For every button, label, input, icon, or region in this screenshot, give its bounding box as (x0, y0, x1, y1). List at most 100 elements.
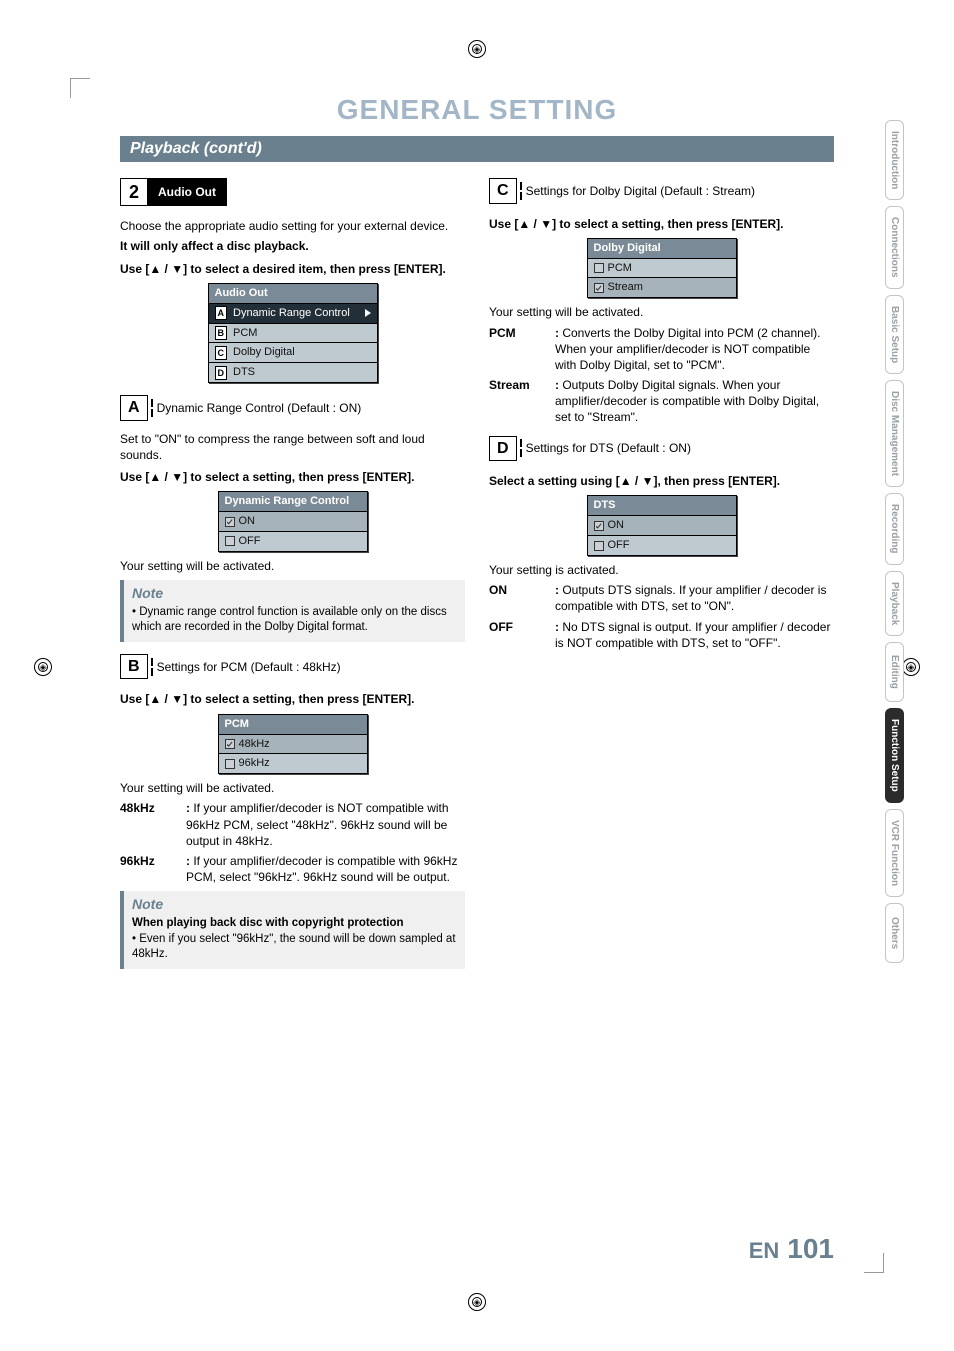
note-subheading: When playing back disc with copyright pr… (132, 916, 457, 932)
menu-item-label: 96kHz (239, 756, 270, 771)
menu-item-letter: D (215, 366, 228, 380)
desc-val: If your amplifier/decoder is compatible … (186, 853, 465, 885)
menu-title: PCM (219, 715, 367, 734)
menu-title-text: Dynamic Range Control (225, 494, 350, 509)
page-footer: EN 101 (749, 1233, 834, 1265)
tab-function-setup[interactable]: Function Setup (885, 708, 904, 803)
menu-title: Dynamic Range Control (219, 492, 367, 511)
checkbox-on-icon (594, 521, 604, 531)
two-column-layout: 2 Audio Out Choose the appropriate audio… (120, 172, 834, 975)
intro-text: Choose the appropriate audio setting for… (120, 218, 465, 234)
drc-menu: Dynamic Range Control ON OFF (218, 491, 368, 552)
section-b-chip: B Settings for PCM (Default : 48kHz) (120, 654, 341, 680)
menu-item: OFF (219, 531, 367, 551)
note-heading: Note (132, 895, 457, 914)
menu-item-label: Dynamic Range Control (233, 306, 350, 321)
menu-item-label: ON (608, 518, 625, 533)
print-registration-mark: ◈ (468, 40, 486, 58)
menu-title-text: Audio Out (215, 286, 268, 301)
use-instruction: Use [▲ / ▼] to select a setting, then pr… (489, 216, 834, 232)
letter-box: D (489, 436, 517, 462)
chip-bars-icon (520, 182, 522, 200)
desc-key: 48kHz (120, 800, 180, 849)
desc-val: Outputs Dolby Digital signals. When your… (555, 377, 834, 426)
c-desc-list: PCM Converts the Dolby Digital into PCM … (489, 325, 834, 426)
intro-text-bold: It will only affect a disc playback. (120, 238, 465, 254)
chip-label: Settings for Dolby Digital (Default : St… (526, 183, 755, 199)
section-d-chip: D Settings for DTS (Default : ON) (489, 436, 691, 462)
menu-item-letter: A (215, 306, 228, 320)
step-number: 2 (121, 179, 148, 205)
a-after: Your setting will be activated. (120, 558, 465, 574)
desc-val: Outputs DTS signals. If your amplifier /… (555, 582, 834, 614)
menu-item: D DTS (209, 362, 377, 382)
menu-item-label: DTS (233, 365, 255, 380)
menu-item-label: OFF (608, 538, 630, 553)
tab-connections[interactable]: Connections (885, 206, 904, 289)
menu-item-label: Stream (608, 280, 643, 295)
chip-label: Dynamic Range Control (Default : ON) (157, 400, 362, 416)
print-registration-mark: ◈ (902, 658, 920, 676)
menu-item-letter: C (215, 346, 228, 360)
desc-key: OFF (489, 619, 549, 651)
desc-key: 96kHz (120, 853, 180, 885)
tab-vcr-function[interactable]: VCR Function (885, 809, 904, 897)
menu-title: DTS (588, 496, 736, 515)
page-content: GENERAL SETTING Playback (cont'd) 2 Audi… (80, 80, 874, 1271)
menu-item: 48kHz (219, 734, 367, 754)
desc-val: Converts the Dolby Digital into PCM (2 c… (555, 325, 834, 374)
checkbox-on-icon (225, 517, 235, 527)
menu-title-text: PCM (225, 717, 249, 732)
checkbox-on-icon (594, 283, 604, 293)
tab-introduction[interactable]: Introduction (885, 120, 904, 200)
d-desc-list: ON Outputs DTS signals. If your amplifie… (489, 582, 834, 651)
section-header: Playback (cont'd) (120, 136, 834, 162)
menu-item-letter: B (215, 326, 228, 340)
audio-out-menu: Audio Out A Dynamic Range Control B PCM … (208, 283, 378, 383)
menu-item: B PCM (209, 323, 377, 343)
menu-item-label: 48kHz (239, 737, 270, 752)
checkbox-off-icon (225, 536, 235, 546)
menu-item-label: PCM (608, 261, 632, 276)
menu-item: ON (588, 515, 736, 535)
section-c-chip: C Settings for Dolby Digital (Default : … (489, 178, 755, 204)
arrow-right-icon (365, 309, 371, 317)
footer-page-number: 101 (787, 1233, 834, 1265)
menu-item-label: ON (239, 514, 256, 529)
menu-title: Dolby Digital (588, 239, 736, 258)
menu-item-label: PCM (233, 326, 257, 341)
menu-title: Audio Out (209, 284, 377, 303)
print-registration-mark: ◈ (468, 1293, 486, 1311)
use-instruction: Use [▲ / ▼] to select a setting, then pr… (120, 469, 465, 485)
dolby-menu: Dolby Digital PCM Stream (587, 238, 737, 299)
note-item: Even if you select "96kHz", the sound wi… (132, 932, 457, 963)
checkbox-off-icon (594, 541, 604, 551)
use-instruction: Use [▲ / ▼] to select a setting, then pr… (120, 691, 465, 707)
checkbox-off-icon (594, 263, 604, 273)
desc-key: ON (489, 582, 549, 614)
tab-others[interactable]: Others (885, 903, 904, 963)
checkbox-on-icon (225, 739, 235, 749)
footer-lang: EN (749, 1238, 780, 1264)
chip-label: Settings for PCM (Default : 48kHz) (157, 659, 341, 675)
page-title: GENERAL SETTING (120, 94, 834, 126)
tab-basic-setup[interactable]: Basic Setup (885, 295, 904, 374)
chip-label: Settings for DTS (Default : ON) (526, 440, 691, 456)
desc-val: No DTS signal is output. If your amplifi… (555, 619, 834, 651)
step-chip-2: 2 Audio Out (120, 178, 227, 206)
chip-bars-icon (151, 658, 153, 676)
tab-editing[interactable]: Editing (885, 642, 904, 702)
right-column: C Settings for Dolby Digital (Default : … (489, 172, 834, 975)
tab-recording[interactable]: Recording (885, 493, 904, 564)
a-description: Set to "ON" to compress the range betwee… (120, 431, 465, 463)
menu-title-text: DTS (594, 498, 616, 513)
b-desc-list: 48kHz If your amplifier/decoder is NOT c… (120, 800, 465, 885)
use-instruction: Select a setting using [▲ / ▼], then pre… (489, 473, 834, 489)
c-after: Your setting will be activated. (489, 304, 834, 320)
tab-disc-management[interactable]: Disc Management (885, 380, 904, 487)
menu-item: Stream (588, 277, 736, 297)
tab-playback[interactable]: Playback (885, 571, 904, 636)
letter-box: C (489, 178, 517, 204)
menu-item: ON (219, 511, 367, 531)
dts-menu: DTS ON OFF (587, 495, 737, 556)
